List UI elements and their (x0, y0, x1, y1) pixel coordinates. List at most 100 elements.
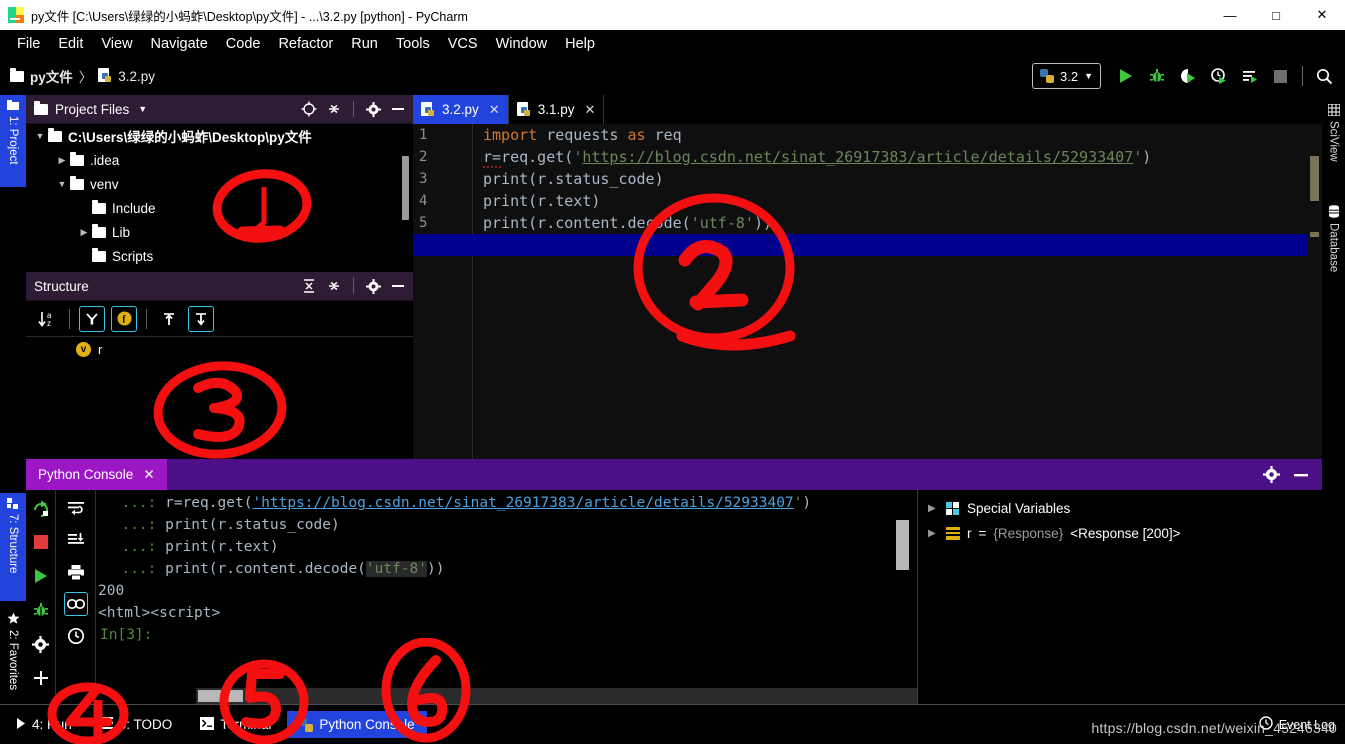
menu-navigate[interactable]: Navigate (142, 34, 217, 54)
menu-tools[interactable]: Tools (387, 34, 439, 54)
tree-node-idea[interactable]: ▶ .idea (26, 148, 413, 172)
tree-node-scripts[interactable]: Scripts (26, 244, 413, 268)
menu-vcs[interactable]: VCS (439, 34, 487, 54)
chevron-right-icon[interactable]: ▶ (54, 155, 70, 166)
close-icon[interactable]: ✕ (584, 102, 595, 118)
console-scrollbar-thumb[interactable] (896, 520, 909, 570)
chevron-right-icon[interactable]: ▶ (76, 227, 92, 238)
locate-icon[interactable] (298, 98, 320, 120)
run-button[interactable] (1111, 61, 1140, 91)
sidebar-item-favorites[interactable]: 2: Favorites (0, 607, 26, 717)
menu-refactor[interactable]: Refactor (269, 34, 342, 54)
statusbar-item-terminal[interactable]: Terminal (188, 711, 283, 738)
chevron-down-icon[interactable]: ▼ (138, 104, 147, 114)
menu-code[interactable]: Code (217, 34, 270, 54)
collapse-all-icon[interactable] (323, 98, 345, 120)
hide-icon[interactable] (1290, 464, 1312, 486)
sort-az-icon[interactable]: a z (34, 306, 60, 332)
project-tree[interactable]: ▼ C:\Users\绿绿的小蚂蚱\Desktop\py文件 ▶ .idea ▼… (26, 124, 413, 272)
menu-window[interactable]: Window (487, 34, 557, 54)
editor-scrollbar-thumb[interactable] (1310, 156, 1319, 201)
close-button[interactable]: ✕ (1299, 0, 1345, 30)
profile-clock-icon[interactable] (1204, 61, 1233, 91)
breadcrumb-project[interactable]: py文件 (10, 66, 73, 86)
sidebar-item-sciview[interactable]: SciView (1322, 99, 1345, 185)
structure-toolbar-divider (69, 308, 70, 329)
close-icon[interactable]: ✕ (143, 467, 154, 483)
clock-icon[interactable] (64, 624, 88, 648)
editor-scroll-marker[interactable] (1310, 232, 1319, 237)
console-variables-pane[interactable]: ▶ Special Variables ▶ r = {Response} <Re… (917, 490, 1322, 704)
chevron-down-icon[interactable]: ▼ (32, 131, 48, 141)
console-hscrollbar-thumb[interactable] (198, 690, 243, 702)
tree-node-lib[interactable]: ▶ Lib (26, 220, 413, 244)
console-horizontal-scrollbar[interactable] (196, 688, 917, 704)
expand-all-icon[interactable] (298, 275, 320, 297)
sidebar-item-structure[interactable]: 7: Structure (0, 493, 26, 601)
variable-row-r[interactable]: ▶ r = {Response} <Response [200]> (918, 521, 1322, 546)
project-files-panel: Project Files ▼ ▼ C:\Users\绿绿的小蚂蚱\Deskto… (26, 95, 413, 272)
settings-gear-icon[interactable] (29, 632, 53, 656)
menu-view[interactable]: View (92, 34, 141, 54)
collapse-all-icon[interactable] (323, 275, 345, 297)
bug-icon[interactable] (1142, 61, 1171, 91)
statusbar-item-todo[interactable]: 6: TODO (88, 711, 185, 738)
inherited-icon[interactable] (79, 305, 105, 332)
execute-button[interactable] (29, 564, 53, 588)
editor-scrollbar[interactable] (1308, 153, 1322, 488)
hide-icon[interactable] (387, 98, 409, 120)
stop-console-button[interactable] (29, 530, 53, 554)
menu-edit[interactable]: Edit (49, 34, 92, 54)
chevron-down-icon[interactable]: ▼ (54, 179, 70, 189)
soft-wrap-icon[interactable] (64, 496, 88, 520)
structure-tree[interactable]: v r (26, 338, 413, 459)
tree-node-root[interactable]: ▼ C:\Users\绿绿的小蚂蚱\Desktop\py文件 (26, 124, 413, 148)
tab-3.2.py[interactable]: 3.2.py ✕ (413, 95, 509, 124)
run-configuration-selector[interactable]: 3.2 ▼ (1032, 63, 1101, 89)
maximize-button[interactable]: □ (1253, 0, 1299, 30)
scroll-from-source-icon[interactable] (156, 306, 182, 332)
tree-node-venv[interactable]: ▼ venv (26, 172, 413, 196)
console-vertical-scrollbar[interactable] (896, 498, 909, 696)
settings-gear-icon[interactable] (1260, 464, 1282, 486)
editor-text[interactable]: import requests as req r=req.get('https:… (413, 124, 1322, 459)
tree-node-include[interactable]: Include (26, 196, 413, 220)
chevron-right-icon[interactable]: ▶ (928, 528, 939, 539)
hide-icon[interactable] (387, 275, 409, 297)
run-list-icon[interactable] (1235, 61, 1264, 91)
sidebar-item-project[interactable]: 1: Project (0, 95, 26, 187)
code-editor[interactable]: 1 2 3 4 5 6 import requests as req r=req… (413, 124, 1322, 488)
close-icon[interactable]: ✕ (489, 102, 500, 118)
breadcrumb-file[interactable]: 3.2.py (98, 68, 155, 84)
scroll-end-icon[interactable] (64, 528, 88, 552)
menu-help[interactable]: Help (556, 34, 604, 54)
coverage-icon[interactable] (1173, 61, 1202, 91)
tab-3.1.py[interactable]: 3.1.py ✕ (509, 95, 605, 124)
glasses-icon[interactable] (63, 592, 88, 616)
bug-icon[interactable] (29, 598, 53, 622)
settings-gear-icon[interactable] (362, 275, 384, 297)
stop-button[interactable] (1266, 61, 1295, 91)
statusbar-item-python-console[interactable]: Python Console (287, 711, 427, 738)
sidebar-item-database[interactable]: Database (1322, 200, 1345, 292)
folder-icon (10, 67, 24, 82)
menu-file[interactable]: File (8, 34, 49, 54)
tab-python-console[interactable]: Python Console ✕ (26, 459, 167, 490)
minimize-button[interactable]: — (1207, 0, 1253, 30)
menu-run[interactable]: Run (342, 34, 387, 54)
editor-gutter[interactable]: 1 2 3 4 5 6 (413, 124, 473, 459)
settings-gear-icon[interactable] (362, 98, 384, 120)
printer-icon[interactable] (64, 560, 88, 584)
console-output[interactable]: ...: r=req.get('https://blog.csdn.net/si… (96, 490, 917, 704)
project-panel-title[interactable]: Project Files ▼ (34, 100, 147, 117)
scroll-to-source-icon[interactable] (188, 305, 214, 332)
rerun-icon[interactable] (29, 496, 53, 520)
search-icon[interactable] (1310, 61, 1339, 91)
chevron-right-icon[interactable]: ▶ (928, 503, 939, 514)
statusbar-item-run[interactable]: 4: Run (4, 711, 84, 738)
field-f-icon[interactable]: f (111, 305, 137, 332)
structure-item-r[interactable]: v r (26, 338, 413, 360)
plus-icon[interactable] (29, 666, 53, 690)
variable-row-special[interactable]: ▶ Special Variables (918, 496, 1322, 521)
project-tree-scrollbar[interactable] (402, 156, 409, 220)
